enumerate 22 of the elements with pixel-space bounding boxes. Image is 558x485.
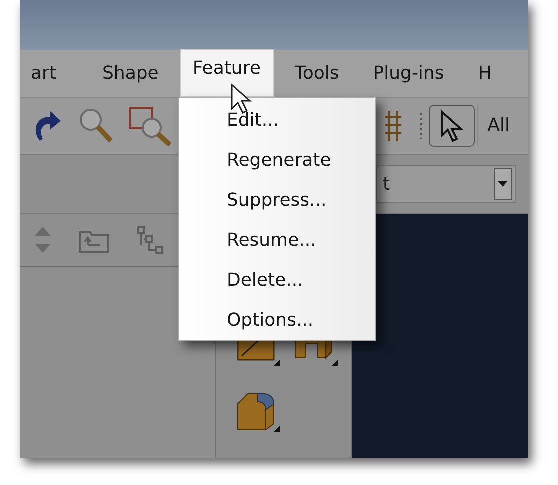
menu-item[interactable]: art [20,54,70,93]
menu-option[interactable]: Options... [179,301,375,341]
selection-filter[interactable]: All [476,105,528,147]
menu-option[interactable]: Delete... [179,261,375,301]
menu-option[interactable]: Edit... [179,101,375,141]
menu-item[interactable]: Tools [282,54,352,93]
menu-item[interactable]: Feature [180,49,274,97]
menu-option[interactable]: Regenerate [179,141,375,181]
tree-icon[interactable] [136,225,164,255]
select-button[interactable] [428,105,475,147]
box-zoom-icon[interactable] [128,106,172,146]
pointer-icon [438,110,465,142]
menu-item[interactable]: Shape [90,54,172,93]
zoom-icon[interactable] [78,107,114,145]
menu-option[interactable]: Suppress... [179,181,375,221]
toolbar-grip [418,111,423,141]
rail-icon[interactable] [384,109,401,143]
menu-item[interactable]: Plug-ins [360,54,458,93]
dropdown-value: t [382,174,390,194]
menu-item[interactable]: H [465,54,505,93]
dropdown-field[interactable]: t [376,165,516,203]
menu-option[interactable]: Resume... [179,221,375,261]
